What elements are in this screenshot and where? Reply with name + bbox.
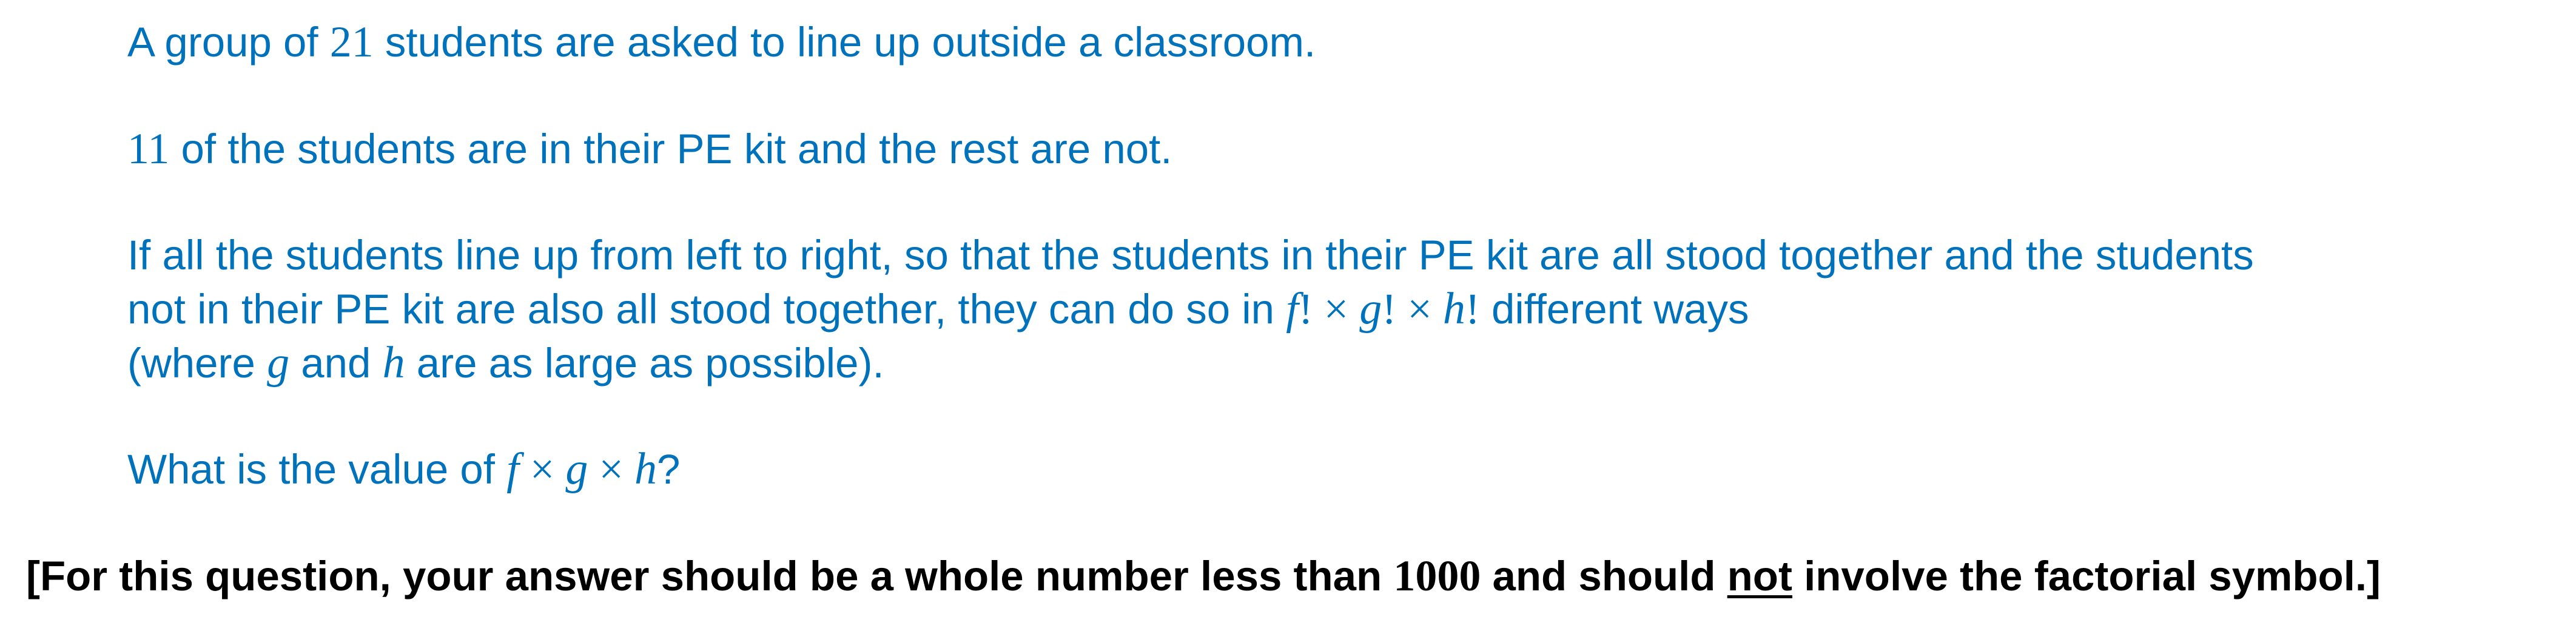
underlined-not: not bbox=[1727, 553, 1792, 599]
question-paragraph-1: A group of 21 students are asked to line… bbox=[127, 18, 1316, 66]
question-prompt: What is the value of f × g × h? bbox=[127, 444, 681, 494]
answer-instruction: [For this question, your answer should b… bbox=[26, 552, 2381, 600]
variable-h: h bbox=[634, 444, 657, 494]
variable-g: g bbox=[267, 338, 290, 388]
question-paragraph-3: If all the students line up from left to… bbox=[127, 232, 2254, 388]
variable-f: f bbox=[506, 444, 519, 494]
variable-h: h bbox=[1442, 284, 1465, 334]
variable-g: g bbox=[1359, 284, 1382, 334]
student-count: 21 bbox=[329, 18, 374, 66]
variable-f: f bbox=[1286, 284, 1299, 334]
answer-limit: 1000 bbox=[1393, 552, 1481, 600]
question-paragraph-2: 11 of the students are in their PE kit a… bbox=[127, 124, 1172, 173]
variable-g: g bbox=[565, 444, 588, 494]
variable-h: h bbox=[382, 338, 405, 388]
pe-kit-count: 11 bbox=[127, 124, 170, 173]
